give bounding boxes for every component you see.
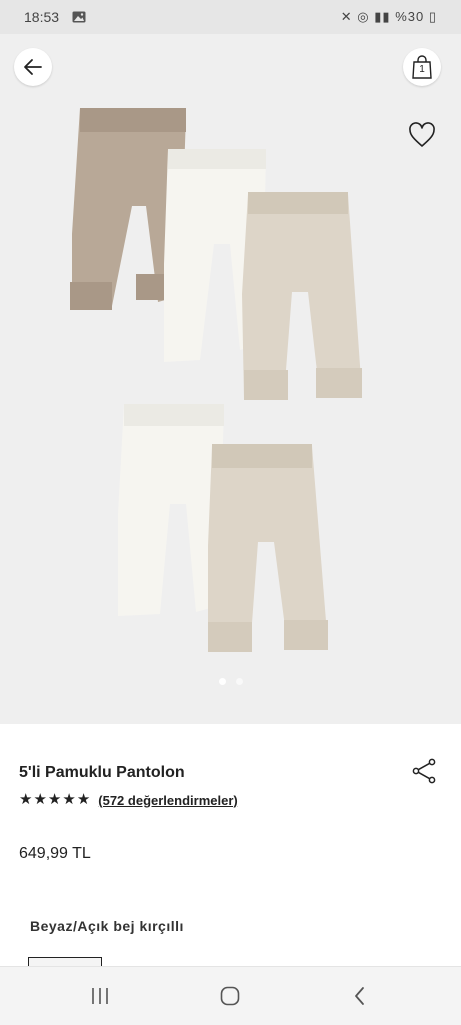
pagination-dot[interactable] xyxy=(218,678,226,685)
favorite-button[interactable] xyxy=(403,116,441,154)
home-icon xyxy=(220,986,240,1006)
heart-icon xyxy=(409,122,435,147)
product-image xyxy=(70,108,362,652)
pants-beige-2 xyxy=(208,444,328,652)
status-bar: 18:53 ✕ ◎ ▮▮ %30 ▯ xyxy=(0,0,461,34)
star-icon: ★ xyxy=(76,791,91,808)
share-icon xyxy=(412,758,436,784)
back-arrow-icon xyxy=(24,59,42,75)
rating-row: ★ ★ ★ ★ ★ (572 değerlendirmeler) xyxy=(19,791,238,809)
recent-apps-button[interactable] xyxy=(80,981,120,1011)
mute-icon: ✕ xyxy=(340,9,353,24)
gallery-pagination xyxy=(0,678,461,688)
color-name: Beyaz/Açık bej kırçıllı xyxy=(30,918,184,934)
product-image-gallery[interactable]: 1 xyxy=(0,34,461,724)
image-notification-icon xyxy=(72,10,86,26)
back-button[interactable] xyxy=(14,48,52,86)
hotspot-icon: ◎ xyxy=(357,9,370,24)
home-button[interactable] xyxy=(210,981,250,1011)
product-price: 649,99 TL xyxy=(19,845,91,862)
pagination-dot[interactable] xyxy=(235,678,243,685)
battery-icon: ▯ xyxy=(428,9,437,24)
battery-text: %30 xyxy=(395,9,425,24)
pants-beige-1 xyxy=(242,192,362,400)
back-chevron-icon xyxy=(355,987,364,1005)
signal-icon: ▮▮ xyxy=(374,9,391,24)
shopping-bag-button[interactable]: 1 xyxy=(403,48,441,86)
system-back-button[interactable] xyxy=(340,981,380,1011)
android-nav-bar xyxy=(0,966,461,1025)
star-icon: ★ xyxy=(62,791,76,808)
bag-count: 1 xyxy=(419,64,425,75)
status-icons: ✕ ◎ ▮▮ %30 ▯ xyxy=(341,9,437,25)
star-icon: ★ xyxy=(47,791,62,808)
share-button[interactable] xyxy=(410,756,438,786)
star-icon: ★ xyxy=(33,791,47,808)
star-icon: ★ xyxy=(19,791,33,808)
status-time: 18:53 xyxy=(24,9,60,25)
reviews-link[interactable]: (572 değerlendirmeler) xyxy=(98,793,237,808)
product-title: 5'li Pamuklu Pantolon xyxy=(19,764,185,781)
recent-apps-icon xyxy=(92,988,108,1004)
